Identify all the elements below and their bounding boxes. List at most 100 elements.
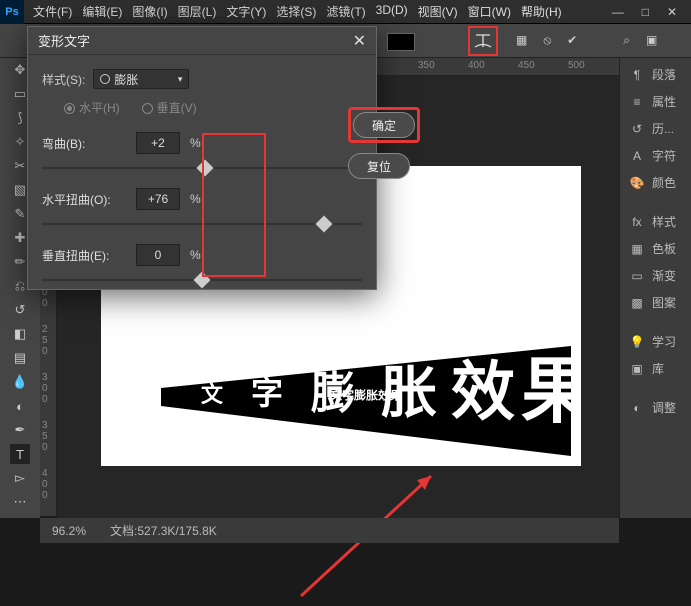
ok-highlight: 确定 (348, 107, 420, 143)
menu-help[interactable]: 帮助(H) (518, 3, 565, 20)
menu-image[interactable]: 图像(I) (129, 3, 170, 20)
bulge-icon (100, 74, 110, 84)
panel-icon[interactable]: ▦ (516, 33, 527, 48)
menu-window[interactable]: 窗口(W) (465, 3, 514, 20)
doc-info[interactable]: 文档:527.3K/175.8K (110, 522, 217, 539)
ruler-tick: 300 (42, 372, 48, 405)
ruler-tick: 250 (42, 324, 48, 357)
dialog-close-icon[interactable]: ✕ (353, 31, 366, 51)
path-select-tool[interactable]: ▻ (10, 468, 30, 488)
panel-properties[interactable]: ≡属性 (620, 89, 691, 114)
learn-icon: 💡 (628, 335, 646, 349)
history-brush-tool[interactable]: ↺ (10, 300, 30, 320)
svg-text:果: 果 (521, 352, 571, 432)
panel-learn[interactable]: 💡学习 (620, 329, 691, 354)
color-icon: 🎨 (628, 176, 646, 190)
dodge-tool[interactable]: ◐ (10, 396, 30, 416)
panel-gradients[interactable]: ▭渐变 (620, 263, 691, 288)
search-icon[interactable]: ⌕ (623, 33, 630, 48)
bend-input[interactable]: +2 (136, 132, 180, 154)
panel-color[interactable]: 🎨颜色 (620, 170, 691, 195)
window-controls: ― □ ✕ (612, 5, 677, 19)
menu-edit[interactable]: 编辑(E) (79, 3, 125, 20)
blur-tool[interactable]: 💧 (10, 372, 30, 392)
panel-swatches[interactable]: ▦色板 (620, 236, 691, 261)
orient-horizontal-radio[interactable]: 水平(H) (64, 99, 120, 116)
menu-layer[interactable]: 图层(L) (175, 3, 220, 20)
app-titlebar: Ps 文件(F) 编辑(E) 图像(I) 图层(L) 文字(Y) 选择(S) 滤… (0, 0, 691, 24)
hdist-input[interactable]: +76 (136, 188, 180, 210)
hdist-label: 水平扭曲(O): (42, 191, 126, 208)
cancel-icon[interactable]: ⦸ (543, 33, 551, 48)
svg-text:膨: 膨 (311, 369, 355, 418)
history-icon: ↺ (628, 122, 646, 136)
svg-text:文: 文 (201, 382, 224, 407)
eraser-tool[interactable]: ◧ (10, 324, 30, 344)
zoom-level[interactable]: 96.2% (52, 524, 86, 538)
style-value: 膨胀 (114, 71, 138, 88)
ruler-tick: 350 (42, 420, 48, 453)
text-color-swatch[interactable] (387, 33, 415, 51)
menu-filter[interactable]: 滤镜(T) (323, 3, 368, 20)
ruler-tick: 400 (468, 60, 485, 71)
svg-text:效: 效 (451, 356, 515, 428)
bend-label: 弯曲(B): (42, 135, 126, 152)
commit-icon[interactable]: ✔ (567, 33, 577, 48)
panel-paragraph[interactable]: ¶段落 (620, 62, 691, 87)
patterns-icon: ▩ (628, 296, 646, 310)
vdist-label: 垂直扭曲(E): (42, 247, 126, 264)
menu-file[interactable]: 文件(F) (30, 3, 75, 20)
gradient-tool[interactable]: ▤ (10, 348, 30, 368)
ruler-tick: 400 (42, 468, 48, 501)
panel-history[interactable]: ↺历... (620, 116, 691, 141)
status-bar: 96.2% 文档:527.3K/175.8K (40, 518, 619, 543)
ruler-tick: 350 (418, 60, 435, 71)
style-label: 样式(S): (42, 71, 85, 88)
minimize-icon[interactable]: ― (612, 5, 624, 19)
ruler-tick: 450 (518, 60, 535, 71)
app-logo: Ps (0, 0, 24, 24)
swatches-icon: ▦ (628, 242, 646, 256)
gradients-icon: ▭ (628, 269, 646, 283)
text-tool[interactable]: T (10, 444, 30, 464)
styles-icon: fx (628, 215, 646, 229)
inputs-highlight (202, 133, 266, 277)
menu-type[interactable]: 文字(Y) (223, 3, 269, 20)
main-menu: 文件(F) 编辑(E) 图像(I) 图层(L) 文字(Y) 选择(S) 滤镜(T… (30, 3, 612, 20)
dialog-titlebar[interactable]: 变形文字 ✕ (28, 27, 376, 55)
panel-character[interactable]: A字符 (620, 143, 691, 168)
panel-adjustments[interactable]: ◐调整 (620, 395, 691, 420)
warp-text-dialog: 变形文字 ✕ 样式(S): 膨胀 ▾ 水平(H) 垂直(V) 弯曲(B): +2… (27, 26, 377, 290)
svg-text:字: 字 (251, 375, 283, 411)
ok-button[interactable]: 确定 (353, 112, 415, 138)
dialog-title: 变形文字 (38, 31, 353, 50)
panel-libraries[interactable]: ▣库 (620, 356, 691, 381)
character-icon: A (628, 149, 646, 163)
warp-text-icon (473, 32, 493, 50)
warped-text-layer[interactable]: 文字膨胀效果 文 字 膨 胀 效 果 (161, 346, 571, 456)
menu-3d[interactable]: 3D(D) (373, 3, 411, 20)
paragraph-icon: ¶ (628, 68, 646, 82)
pen-tool[interactable]: ✒ (10, 420, 30, 440)
chevron-down-icon: ▾ (178, 74, 183, 85)
adjustments-icon: ◐ (628, 401, 646, 415)
panel-patterns[interactable]: ▩图案 (620, 290, 691, 315)
properties-icon: ≡ (628, 95, 646, 109)
warp-text-button[interactable] (470, 28, 496, 54)
maximize-icon[interactable]: □ (642, 5, 649, 19)
ruler-tick: 500 (568, 60, 585, 71)
menu-select[interactable]: 选择(S) (273, 3, 319, 20)
style-select[interactable]: 膨胀 ▾ (93, 69, 189, 89)
workspace-icon[interactable]: ▣ (646, 33, 657, 48)
orient-vertical-radio[interactable]: 垂直(V) (142, 99, 197, 116)
panel-styles[interactable]: fx样式 (620, 209, 691, 234)
more-tools[interactable]: ⋯ (10, 492, 30, 512)
menu-view[interactable]: 视图(V) (415, 3, 461, 20)
svg-text:胀: 胀 (381, 361, 437, 424)
vdist-input[interactable]: 0 (136, 244, 180, 266)
reset-button[interactable]: 复位 (348, 153, 410, 179)
toolbar-right-icons: ▦ ⦸ ✔ ⌕ ▣ (516, 33, 657, 48)
libraries-icon: ▣ (628, 362, 646, 376)
close-window-icon[interactable]: ✕ (667, 5, 677, 19)
right-panels: ¶段落 ≡属性 ↺历... A字符 🎨颜色 fx样式 ▦色板 ▭渐变 ▩图案 💡… (619, 58, 691, 518)
